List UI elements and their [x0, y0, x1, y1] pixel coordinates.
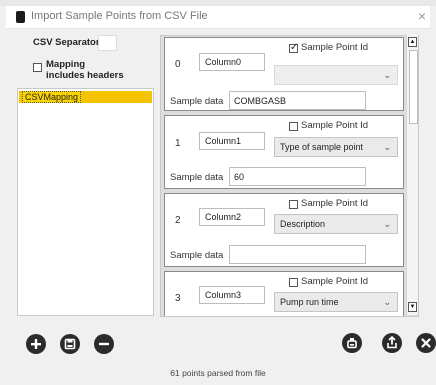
status-text: 61 points parsed from file [170, 368, 266, 378]
column-mapping-pane[interactable]: 0 Column0 Sample Point Id ⌄ Sample data … [160, 35, 419, 317]
headers-checkbox[interactable] [33, 63, 42, 72]
sample-data-label: Sample data [170, 250, 224, 261]
sample-point-id-checkbox[interactable] [289, 278, 298, 287]
window-title: Import Sample Points from CSV File [31, 10, 208, 22]
close-icon[interactable] [416, 333, 436, 353]
save-icon[interactable] [60, 334, 80, 354]
vertical-scrollbar[interactable]: ▲ ▼ [406, 35, 418, 315]
sample-data-label: Sample data [170, 172, 224, 183]
column-type-value: Type of sample point [280, 142, 364, 152]
dialog-edge [0, 28, 6, 385]
column-type-dropdown[interactable]: Description ⌄ [274, 214, 398, 234]
sample-data-field[interactable] [229, 245, 366, 264]
import-icon[interactable] [382, 333, 402, 353]
column-name-field[interactable]: Column2 [199, 208, 265, 226]
column-card: 1 Column1 Sample Point Id Type of sample… [164, 115, 404, 189]
window-close-icon[interactable]: × [418, 8, 426, 24]
headers-label-line2: includes headers [46, 70, 124, 81]
scroll-up-arrow-icon[interactable]: ▲ [408, 37, 417, 47]
sample-data-field[interactable]: COMBGASB [229, 91, 366, 110]
column-name-field[interactable]: Column0 [199, 53, 265, 71]
app-icon [16, 11, 25, 23]
column-index: 3 [175, 293, 181, 304]
import-dialog: Import Sample Points from CSV File × CSV… [0, 0, 436, 385]
sample-point-id-label: Sample Point Id [301, 42, 369, 53]
remove-icon[interactable] [94, 334, 114, 354]
add-icon[interactable] [26, 334, 46, 354]
mapping-list[interactable]: CSVMapping [17, 88, 154, 316]
sample-point-id-checkbox[interactable] [289, 122, 298, 131]
column-index: 0 [175, 59, 181, 70]
sample-point-id-checkbox[interactable] [289, 200, 298, 209]
chevron-down-icon: ⌄ [383, 297, 391, 307]
column-index: 1 [175, 138, 181, 149]
column-name-field[interactable]: Column3 [199, 286, 265, 304]
mapping-item-label: CSVMapping [22, 91, 82, 103]
column-card: 3 Column3 Sample Point Id Pump run time … [164, 271, 404, 316]
chevron-down-icon: ⌄ [383, 219, 391, 229]
column-type-dropdown[interactable]: Pump run time ⌄ [274, 292, 398, 312]
csv-separator-label: CSV Separator: [33, 37, 103, 48]
chevron-down-icon: ⌄ [383, 70, 391, 80]
column-card: 0 Column0 Sample Point Id ⌄ Sample data … [164, 37, 404, 111]
scroll-down-arrow-icon[interactable]: ▼ [408, 302, 417, 312]
sample-point-id-label: Sample Point Id [301, 120, 369, 131]
sample-data-field[interactable]: 60 [229, 167, 366, 186]
column-card: 2 Column2 Sample Point Id Description ⌄ … [164, 193, 404, 267]
csv-separator-input[interactable] [98, 35, 117, 51]
sample-point-id-label: Sample Point Id [301, 276, 369, 287]
headers-label-line1: Mapping [46, 59, 86, 70]
export-icon[interactable] [342, 333, 362, 353]
title-bar: Import Sample Points from CSV File × [6, 6, 430, 29]
sample-point-id-label: Sample Point Id [301, 198, 369, 209]
sample-point-id-checkbox[interactable] [289, 42, 298, 53]
column-type-dropdown[interactable]: ⌄ [274, 65, 398, 85]
column-name-field[interactable]: Column1 [199, 132, 265, 150]
column-type-value: Description [280, 219, 326, 229]
chevron-down-icon: ⌄ [383, 142, 391, 152]
scrollbar-thumb[interactable] [409, 50, 418, 124]
column-type-dropdown[interactable]: Type of sample point ⌄ [274, 137, 398, 157]
sample-data-label: Sample data [170, 96, 224, 107]
mapping-list-item[interactable]: CSVMapping [19, 91, 152, 103]
column-type-value: Pump run time [280, 297, 339, 307]
column-index: 2 [175, 215, 181, 226]
